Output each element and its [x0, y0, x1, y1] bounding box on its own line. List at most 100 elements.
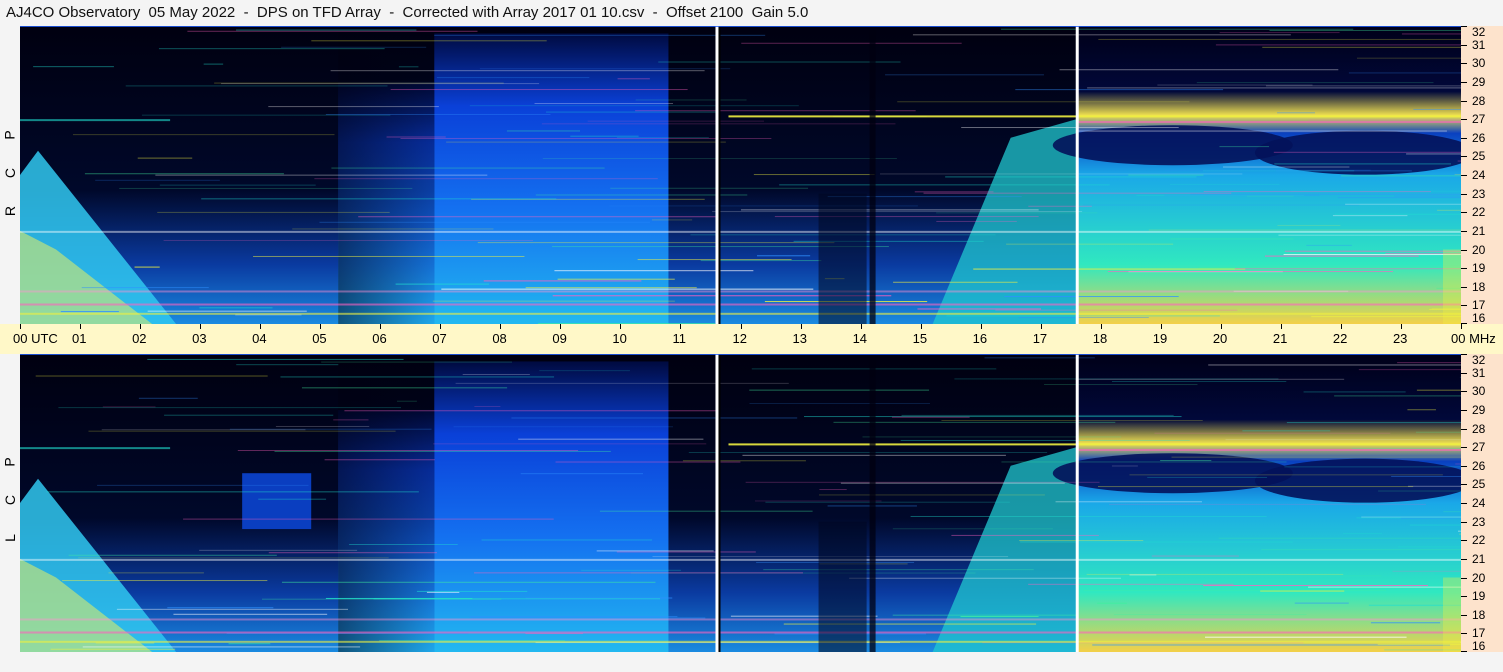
rfi-line: [1274, 163, 1451, 165]
persistent-band: [20, 558, 1461, 561]
rfi-line: [35, 375, 268, 377]
rfi-line: [1342, 533, 1383, 535]
time-marker-line-2: [1075, 354, 1079, 652]
utc-tick-mark: [140, 324, 142, 329]
utc-tick-label: 06: [372, 331, 387, 346]
rfi-line: [321, 361, 513, 363]
mhz-tick-mark: [1461, 212, 1467, 214]
rfi-line: [616, 551, 756, 553]
rfi-line: [1408, 485, 1461, 487]
mhz-tick-label: 18: [1472, 607, 1486, 622]
rfi-line: [1370, 622, 1441, 624]
rfi-line: [1128, 174, 1204, 176]
rfi-line: [749, 389, 930, 391]
mhz-tick-mark: [1461, 26, 1467, 27]
rfi-line: [1076, 130, 1447, 132]
utc-tick-mark: [260, 324, 262, 329]
rfi-line: [474, 572, 803, 574]
persistent-band: [20, 312, 1461, 315]
utc-tick-label: 00 UTC: [13, 331, 58, 346]
rfi-line: [50, 648, 176, 650]
rfi-line: [301, 387, 508, 389]
rfi-line: [885, 74, 1044, 76]
rfi-line: [119, 187, 413, 189]
rfi-line: [1170, 183, 1280, 185]
utc-tick-label: 14: [852, 331, 868, 346]
rfi-line: [1273, 151, 1461, 153]
rfi-line: [479, 68, 731, 70]
rfi-line: [1294, 602, 1349, 604]
rfi-line: [1400, 517, 1461, 519]
mhz-tick-mark: [1461, 305, 1467, 307]
rfi-line: [292, 228, 494, 230]
rfi-line: [1401, 33, 1461, 35]
mhz-tick-label: 25: [1472, 477, 1486, 492]
rfi-line: [134, 266, 160, 268]
rfi-line: [651, 219, 693, 221]
lcp-polarization-label: P C L: [0, 445, 20, 555]
mhz-tick-mark: [1461, 268, 1467, 270]
mhz-tick-label: 32: [1472, 25, 1486, 39]
mhz-tick-mark: [1461, 100, 1467, 102]
rfi-line: [1109, 503, 1426, 505]
dark-column: [818, 521, 867, 652]
rfi-line: [62, 580, 268, 582]
bottom-margin: [0, 652, 1503, 672]
persistent-band: [20, 618, 1461, 621]
mhz-tick-mark: [1461, 614, 1467, 616]
daytime-region: [434, 361, 669, 652]
mhz-tick-mark: [1461, 484, 1467, 486]
rfi-line: [1277, 224, 1341, 226]
mhz-tick-label: 16: [1472, 639, 1486, 653]
mhz-tick-label: 29: [1472, 74, 1486, 89]
rfi-line: [1160, 460, 1212, 462]
rfi-line: [1203, 584, 1429, 586]
rfi-line: [1358, 369, 1461, 371]
mhz-tick-mark: [1461, 137, 1467, 139]
mhz-tick-label: 31: [1472, 37, 1486, 52]
rfi-line: [617, 78, 650, 80]
utc-tick-mark: [620, 324, 622, 329]
rfi-line: [1203, 191, 1431, 193]
utc-tick-mark: [980, 324, 982, 329]
mhz-tick-label: 21: [1472, 223, 1486, 238]
rfi-line: [324, 459, 435, 461]
rfi-line: [1028, 205, 1092, 207]
persistent-band: [20, 447, 171, 450]
mhz-tick-label: 19: [1472, 589, 1486, 604]
rfi-line: [426, 591, 460, 593]
mhz-tick-label: 27: [1472, 440, 1486, 455]
rfi-line: [900, 439, 1190, 441]
rfi-line: [1086, 573, 1344, 575]
mhz-tick-label: 22: [1472, 533, 1486, 548]
rfi-line: [1303, 391, 1406, 393]
rfi-line: [555, 461, 741, 463]
rfi-line: [396, 400, 417, 402]
rfi-line: [163, 239, 534, 241]
rfi-line: [914, 191, 994, 193]
mhz-tick-mark: [1461, 156, 1467, 158]
rfi-line: [539, 370, 630, 372]
rfi-line: [441, 288, 814, 290]
rfi-line: [147, 358, 404, 360]
rfi-line: [237, 450, 579, 452]
rfi-line: [520, 473, 644, 475]
rfi-line: [1306, 244, 1352, 246]
rfi-line: [973, 268, 1246, 270]
persistent-band: [20, 631, 1461, 634]
utc-tick-mark: [860, 324, 862, 329]
time-marker-line-1: [715, 354, 719, 652]
rfi-line: [546, 111, 719, 113]
rfi-line: [433, 443, 707, 445]
rfi-line: [534, 103, 674, 105]
lcp-frequency-axis: 32 31 30 29 28 27 26 25 24 23 22 21 20 19 18 17 16: [1461, 354, 1503, 652]
mhz-tick-label: 25: [1472, 149, 1486, 164]
utc-tick-label: 19: [1152, 331, 1168, 346]
mhz-tick-mark: [1461, 372, 1467, 374]
rfi-line: [203, 63, 224, 65]
rfi-line: [311, 40, 547, 42]
rfi-line: [901, 414, 1174, 416]
utc-time-axis: 00 UTC 01 02 03 04 05 06 07 08 09 10 11 12 13 14 15 16 17…: [0, 324, 1503, 354]
rfi-line: [1151, 555, 1239, 557]
rfi-line: [1111, 465, 1138, 467]
